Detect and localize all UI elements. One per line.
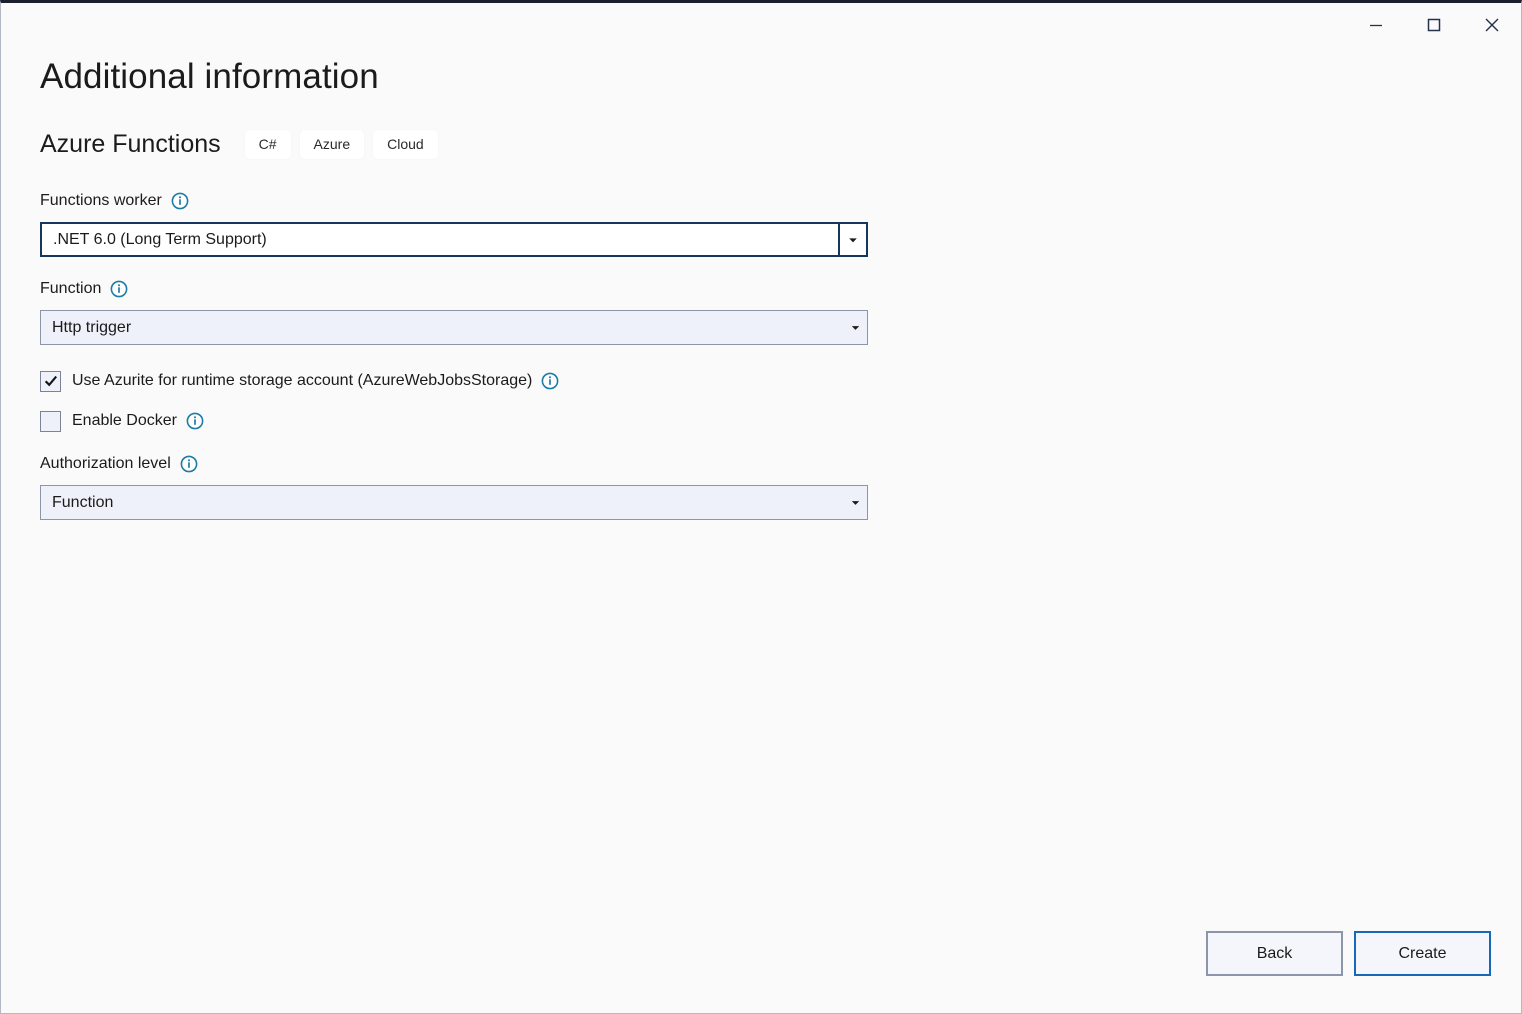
info-icon[interactable] [186,412,204,430]
maximize-icon [1423,14,1445,36]
minimize-icon [1365,14,1387,36]
info-icon[interactable] [180,455,198,473]
authorization-level-label: Authorization level [40,455,171,472]
functions-worker-dropdown[interactable]: .NET 6.0 (Long Term Support) [40,222,868,257]
minimize-button[interactable] [1347,3,1405,47]
info-icon[interactable] [110,280,128,298]
checkmark-icon [44,375,57,387]
additional-information-form: Functions worker .NET 6.0 (Long Term Sup… [40,191,1491,520]
template-summary: Azure Functions C# Azure Cloud [40,127,1491,161]
chevron-down-icon[interactable] [843,486,867,519]
tag-platform: Azure [299,129,365,159]
close-button[interactable] [1463,3,1521,47]
authorization-level-label-row: Authorization level [40,454,1491,474]
chevron-down-icon[interactable] [838,224,866,255]
use-azurite-checkbox[interactable] [40,370,61,392]
functions-worker-label: Functions worker [40,192,162,209]
chevron-down-icon[interactable] [843,311,867,344]
page-title: Additional information [40,57,379,96]
functions-worker-label-row: Functions worker [40,191,1491,211]
function-value: Http trigger [52,319,132,336]
title-bar [1,3,1521,47]
close-icon [1480,13,1504,37]
authorization-level-value: Function [52,494,114,511]
authorization-level-dropdown[interactable]: Function [40,485,868,520]
back-button[interactable]: Back [1206,931,1343,976]
tag-category: Cloud [373,129,438,159]
template-tag-list: C# Azure Cloud [244,129,438,159]
enable-docker-checkbox[interactable] [40,410,61,432]
use-azurite-row[interactable]: Use Azurite for runtime storage account … [40,370,1491,392]
function-label: Function [40,280,102,297]
create-button[interactable]: Create [1354,931,1491,976]
info-icon[interactable] [541,372,559,390]
dialog-footer: Back Create [1206,931,1491,976]
maximize-button[interactable] [1405,3,1463,47]
function-label-row: Function [40,279,1491,299]
template-name: Azure Functions [40,129,221,158]
info-icon[interactable] [171,192,189,210]
enable-docker-label: Enable Docker [72,412,177,429]
tag-language: C# [244,129,291,159]
dialog-content: Additional information Azure Functions C… [40,47,1491,1013]
function-dropdown[interactable]: Http trigger [40,310,868,345]
use-azurite-label: Use Azurite for runtime storage account … [72,372,533,389]
dialog-window: Additional information Azure Functions C… [0,0,1522,1014]
functions-worker-value: .NET 6.0 (Long Term Support) [53,231,267,248]
enable-docker-row[interactable]: Enable Docker [40,410,1491,432]
